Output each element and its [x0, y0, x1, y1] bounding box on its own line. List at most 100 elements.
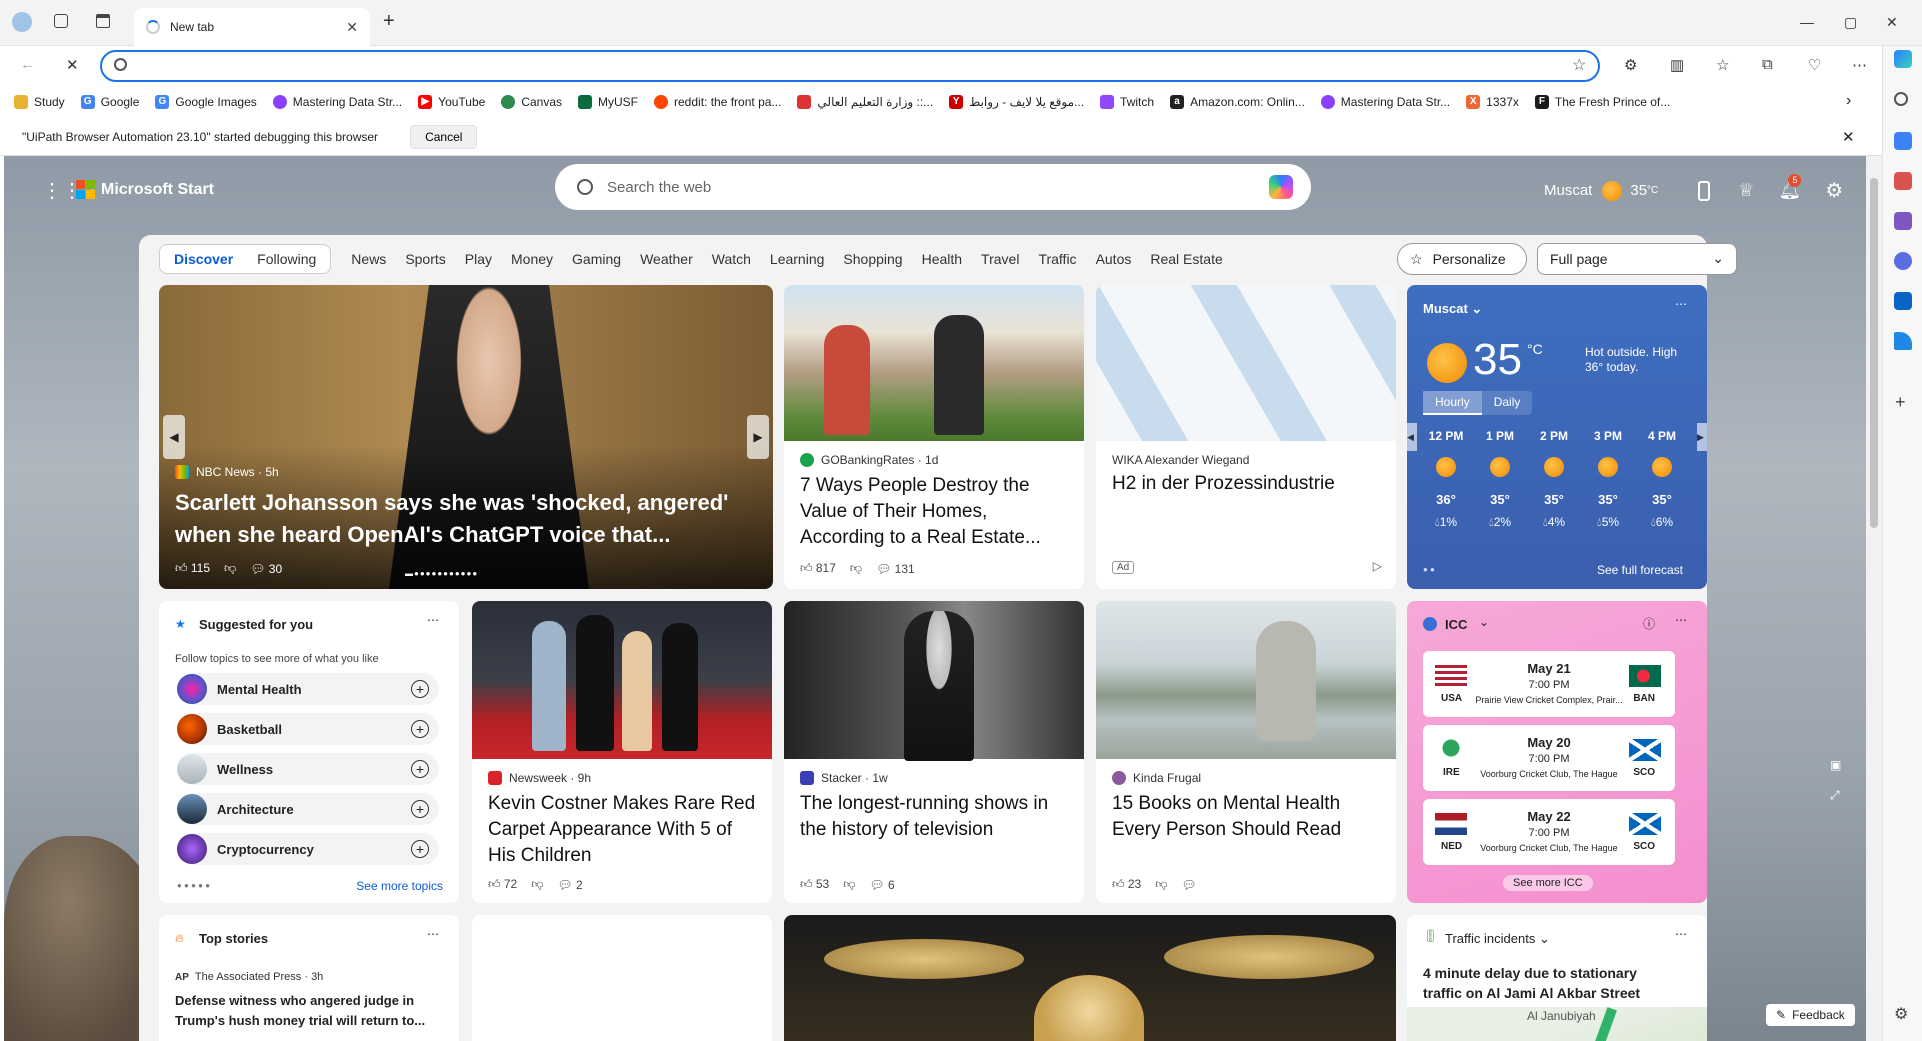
- screenshot-icon[interactable]: ▣: [1830, 758, 1841, 772]
- notifications-bell-icon[interactable]: 🔔︎ 5: [1778, 174, 1802, 201]
- nav-traffic[interactable]: Traffic: [1038, 251, 1076, 267]
- hourly-prev-button[interactable]: ◀: [1407, 423, 1417, 451]
- more-menu-icon[interactable]: ⋯: [1852, 56, 1867, 74]
- games-icon[interactable]: [1894, 212, 1912, 230]
- topic-row[interactable]: Cryptocurrency +: [177, 833, 439, 865]
- page-scrollbar[interactable]: [1866, 156, 1882, 1041]
- bookmark-item[interactable]: Y موقع يلا لايف - روابط...: [949, 95, 1084, 109]
- hourly-next-button[interactable]: ▶: [1697, 423, 1707, 451]
- bookmark-item[interactable]: Mastering Data Str...: [1320, 95, 1450, 109]
- traffic-headline[interactable]: 4 minute delay due to stationary traffic…: [1423, 963, 1677, 1003]
- nav-travel[interactable]: Travel: [981, 251, 1019, 267]
- profile-icon[interactable]: [12, 12, 32, 32]
- weather-card[interactable]: Muscat ⌄ ⋯ 35 °C Hot outside. High 36° t…: [1407, 285, 1707, 589]
- web-search-box[interactable]: Search the web: [555, 164, 1311, 210]
- follow-plus-icon[interactable]: +: [411, 760, 429, 778]
- icc-title[interactable]: ICC: [1445, 617, 1467, 632]
- close-window-button[interactable]: ✕: [1886, 14, 1898, 31]
- tab-new-tab[interactable]: New tab ✕: [134, 8, 370, 46]
- dislike-icon[interactable]: 👎︎: [224, 561, 236, 576]
- split-screen-icon[interactable]: ▥: [1670, 56, 1684, 74]
- info-icon[interactable]: ⓘ: [1643, 615, 1655, 632]
- topic-row[interactable]: Basketball +: [177, 713, 439, 745]
- bookmarks-overflow-chevron-icon[interactable]: ›: [1846, 92, 1851, 110]
- settings-gear-icon[interactable]: ⚙: [1825, 178, 1843, 203]
- rewards-icon[interactable]: ♕: [1738, 180, 1754, 201]
- comment-icon[interactable]: 💬︎ 6: [869, 878, 894, 892]
- article-card[interactable]: Stacker · 1w The longest-running shows i…: [784, 601, 1084, 903]
- bookmark-item[interactable]: a Amazon.com: Onlin...: [1170, 95, 1305, 109]
- like-icon[interactable]: 👍︎ 72: [488, 877, 517, 892]
- outlook-icon[interactable]: [1894, 292, 1912, 310]
- card-more-icon[interactable]: ⋯: [1675, 613, 1687, 627]
- follow-plus-icon[interactable]: +: [411, 800, 429, 818]
- follow-plus-icon[interactable]: +: [411, 680, 429, 698]
- layout-dropdown[interactable]: Full page ⌄: [1537, 243, 1737, 275]
- drop-icon[interactable]: [1894, 332, 1912, 350]
- article-card[interactable]: Newsweek · 9h Kevin Costner Makes Rare R…: [472, 601, 772, 903]
- article-title[interactable]: 7 Ways People Destroy the Value of Their…: [800, 473, 1070, 551]
- personalize-button[interactable]: ☆ Personalize: [1397, 243, 1527, 275]
- nav-real-estate[interactable]: Real Estate: [1150, 251, 1222, 267]
- new-tab-plus-icon[interactable]: +: [383, 10, 395, 33]
- dislike-icon[interactable]: 👎︎: [850, 561, 862, 576]
- like-icon[interactable]: 👍︎ 115: [175, 561, 210, 576]
- traffic-title[interactable]: Traffic incidents ⌄: [1445, 931, 1550, 947]
- article-card[interactable]: GOBankingRates · 1d 7 Ways People Destro…: [784, 285, 1084, 589]
- nav-news[interactable]: News: [351, 251, 386, 267]
- nav-money[interactable]: Money: [511, 251, 553, 267]
- minimize-button[interactable]: —: [1800, 14, 1814, 30]
- like-icon[interactable]: 👍︎ 23: [1112, 877, 1141, 892]
- favorite-star-icon[interactable]: ☆: [1572, 55, 1586, 75]
- see-more-topics-link[interactable]: See more topics: [356, 879, 443, 893]
- tab-daily[interactable]: Daily: [1482, 391, 1533, 415]
- bookmark-item[interactable]: Mastering Data Str...: [272, 95, 402, 109]
- tools-icon[interactable]: [1894, 172, 1912, 190]
- nav-gaming[interactable]: Gaming: [572, 251, 621, 267]
- match-row[interactable]: NED May 22 7:00 PM Voorburg Cricket Club…: [1423, 799, 1675, 865]
- topic-row[interactable]: Wellness +: [177, 753, 439, 785]
- bookmark-item[interactable]: Twitch: [1100, 95, 1154, 109]
- dislike-icon[interactable]: 👎︎: [843, 877, 855, 892]
- like-icon[interactable]: 👍︎ 817: [800, 561, 836, 576]
- bookmark-item[interactable]: MyUSF: [578, 95, 638, 109]
- carousel-prev-button[interactable]: ◀: [163, 415, 185, 459]
- follow-plus-icon[interactable]: +: [411, 720, 429, 738]
- favorites-icon[interactable]: ☆: [1716, 56, 1729, 74]
- article-title[interactable]: Scarlett Johansson says she was 'shocked…: [175, 487, 759, 551]
- card-more-icon[interactable]: ⋯: [1675, 927, 1687, 941]
- comment-icon[interactable]: 💬︎ 30: [250, 562, 282, 576]
- tab-discover[interactable]: Discover: [162, 249, 245, 269]
- dislike-icon[interactable]: 👎︎: [531, 877, 543, 892]
- tab-following[interactable]: Following: [245, 249, 328, 269]
- comment-icon[interactable]: 💬︎ 131: [876, 562, 915, 576]
- topic-row[interactable]: Architecture +: [177, 793, 439, 825]
- card-more-icon[interactable]: ⋯: [427, 613, 439, 627]
- microsoft-365-icon[interactable]: [1894, 252, 1912, 270]
- article-title[interactable]: Kevin Costner Makes Rare Red Carpet Appe…: [488, 791, 758, 869]
- video-article-card[interactable]: [784, 915, 1396, 1041]
- ad-title[interactable]: H2 in der Prozessindustrie: [1112, 471, 1382, 497]
- traffic-map[interactable]: Al Janubiyah: [1407, 1007, 1707, 1041]
- maximize-button[interactable]: ▢: [1844, 14, 1857, 31]
- phone-icon[interactable]: [1698, 180, 1711, 201]
- bookmark-item[interactable]: Canvas: [501, 95, 562, 109]
- see-full-forecast-link[interactable]: See full forecast: [1597, 563, 1683, 577]
- scrollbar-thumb[interactable]: [1870, 178, 1878, 528]
- bookmark-item[interactable]: Study: [14, 95, 65, 109]
- cancel-button[interactable]: Cancel: [410, 124, 478, 149]
- bookmark-item[interactable]: X 1337x: [1466, 95, 1519, 109]
- dislike-icon[interactable]: 👎︎: [1155, 877, 1167, 892]
- nav-learning[interactable]: Learning: [770, 251, 825, 267]
- infobar-close-icon[interactable]: ✕: [1842, 128, 1855, 146]
- collections-icon[interactable]: ⧉: [1762, 56, 1773, 73]
- article-title[interactable]: Defense witness who angered judge in Tru…: [175, 991, 445, 1031]
- article-card[interactable]: Kinda Frugal 15 Books on Mental Health E…: [1096, 601, 1396, 903]
- sidebar-add-icon[interactable]: +: [1895, 392, 1906, 413]
- nav-autos[interactable]: Autos: [1096, 251, 1132, 267]
- copilot-icon[interactable]: [1269, 175, 1293, 199]
- chevron-down-icon[interactable]: ⌄: [1479, 615, 1489, 629]
- address-bar[interactable]: ☆: [100, 50, 1600, 82]
- topic-row[interactable]: Mental Health +: [177, 673, 439, 705]
- weather-city[interactable]: Muscat ⌄: [1423, 301, 1482, 317]
